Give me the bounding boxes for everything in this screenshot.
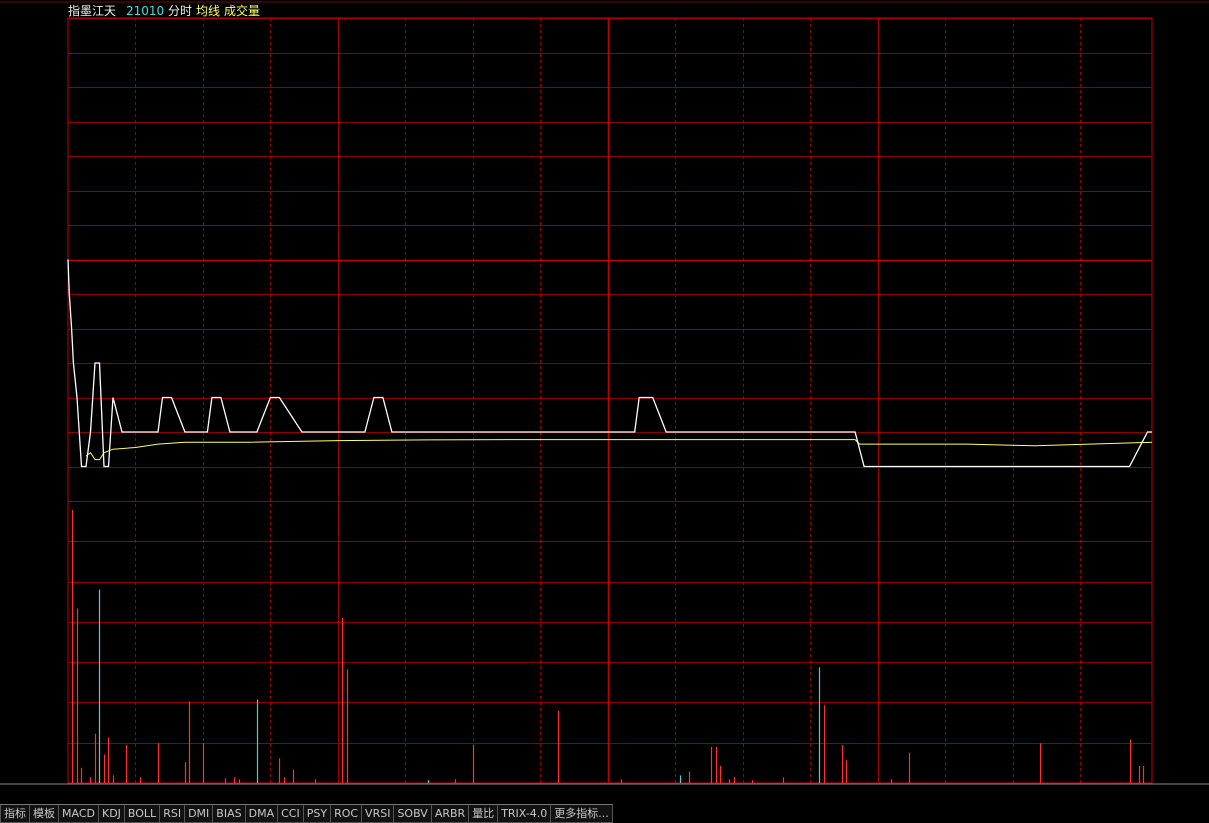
indicator-tab[interactable]: ROC xyxy=(331,804,363,823)
chart-background xyxy=(0,0,1209,804)
label-fenshi: 分时 xyxy=(168,4,192,18)
indicator-tab[interactable]: RSI xyxy=(160,804,186,823)
indicator-tab[interactable]: DMA xyxy=(245,804,279,823)
indicator-tab[interactable]: MACD xyxy=(59,804,99,823)
stock-code: 21010 xyxy=(126,4,164,18)
indicator-tab[interactable]: 模板 xyxy=(30,804,59,823)
indicator-tab[interactable]: TRIX-4.0 xyxy=(498,804,552,823)
stock-name: 指墨江天 xyxy=(68,3,116,18)
indicator-tab[interactable]: BOLL xyxy=(124,804,161,823)
label-chengjiaoliang: 成交量 xyxy=(224,3,260,18)
indicator-tab[interactable]: 量比 xyxy=(469,804,499,823)
label-junxian: 均线 xyxy=(196,4,220,18)
indicator-tab[interactable]: DMI xyxy=(185,804,214,823)
indicator-tab[interactable]: 指标 xyxy=(0,804,30,823)
indicator-tab[interactable]: 更多指标... xyxy=(551,804,613,823)
indicator-tab[interactable]: SOBV xyxy=(394,804,432,823)
indicator-tab[interactable]: ARBR xyxy=(431,804,470,823)
chart-header: 指墨江天 21010 分时 均线 成交量 xyxy=(68,3,260,18)
indicator-tab[interactable]: BIAS xyxy=(213,804,246,823)
indicator-tab[interactable]: PSY xyxy=(303,804,332,823)
intraday-chart[interactable]: 指墨江天 21010 分时 均线 成交量 xyxy=(0,0,1209,804)
indicator-tab[interactable]: VRSI xyxy=(362,804,395,823)
indicator-tab-bar: 指标 模板 MACD KDJ BOLL RSI DMI BIAS DMA CCI PSY ROC VRS… xyxy=(0,804,1209,823)
indicator-tab[interactable]: KDJ xyxy=(98,804,125,823)
indicator-tab[interactable]: CCI xyxy=(278,804,304,823)
